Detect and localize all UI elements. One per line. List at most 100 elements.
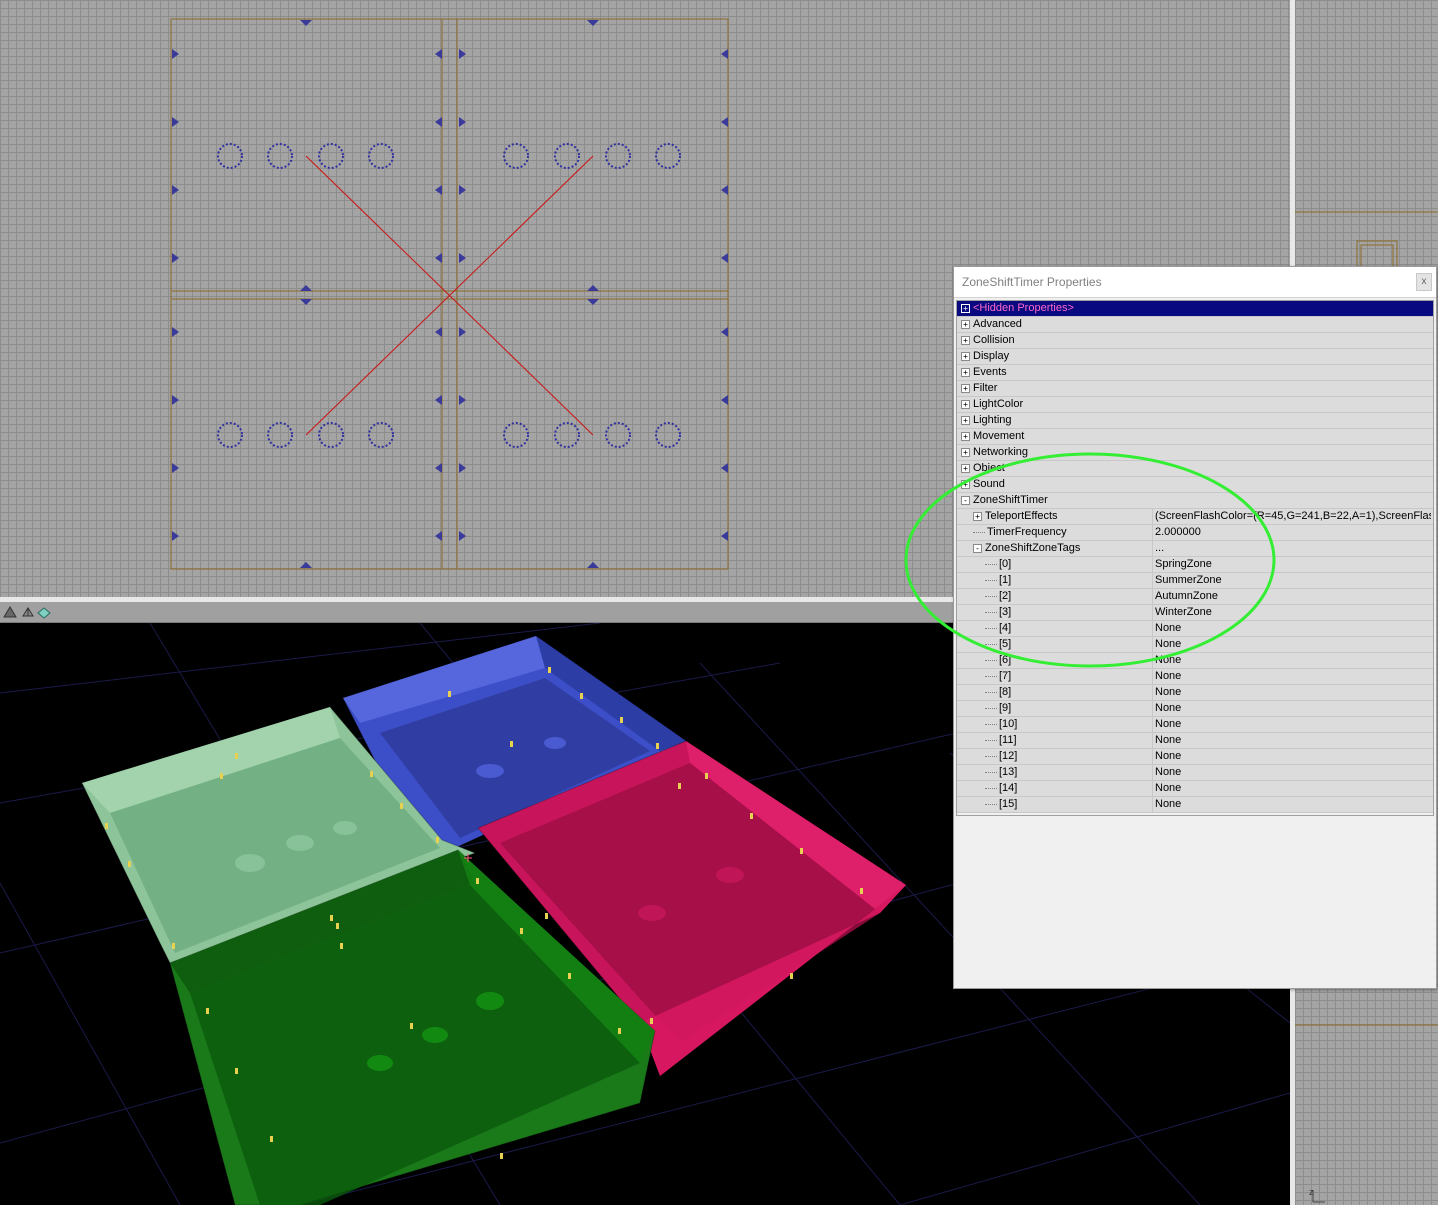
property-value[interactable]: AutumnZone [1155,589,1431,604]
property-row[interactable]: - ZoneShiftTimer [957,493,1433,509]
property-row[interactable]: [10] None [957,717,1433,733]
property-name: <Hidden Properties> [973,302,1074,314]
property-value[interactable]: None [1155,685,1431,700]
property-value[interactable]: None [1155,797,1431,812]
collapse-icon[interactable]: - [961,496,970,505]
property-row[interactable]: + Movement [957,429,1433,445]
column-divider[interactable] [1152,701,1153,716]
expand-icon[interactable]: + [961,336,970,345]
property-value[interactable]: ... [1155,541,1431,556]
property-value[interactable]: None [1155,701,1431,716]
property-value[interactable]: None [1155,637,1431,652]
property-value[interactable]: SpringZone [1155,557,1431,572]
property-value[interactable]: None [1155,765,1431,780]
property-value[interactable]: None [1155,669,1431,684]
property-row[interactable]: + Events [957,365,1433,381]
property-row[interactable]: + Networking [957,445,1433,461]
property-row[interactable]: [2] AutumnZone [957,589,1433,605]
property-row[interactable]: + Advanced [957,317,1433,333]
tree-connector [985,708,997,709]
perspective-view-icon[interactable] [2,604,18,620]
column-divider[interactable] [1152,525,1153,540]
property-value[interactable]: (ScreenFlashColor=(R=45,G=241,B=22,A=1),… [1155,509,1431,524]
property-row[interactable]: [13] None [957,765,1433,781]
property-name: [15] [999,798,1018,810]
property-row[interactable]: + <Hidden Properties> [957,301,1433,317]
tree-connector [985,580,997,581]
expand-icon[interactable]: + [973,512,982,521]
textured-mode-icon[interactable] [36,604,52,620]
collapse-icon[interactable]: - [973,544,982,553]
property-row[interactable]: [9] None [957,701,1433,717]
teleport-lines [305,155,594,436]
column-divider[interactable] [1152,557,1153,572]
property-row[interactable]: [11] None [957,733,1433,749]
property-value[interactable]: None [1155,717,1431,732]
property-row[interactable]: [15] None [957,797,1433,813]
column-divider[interactable] [1152,685,1153,700]
properties-titlebar[interactable]: ZoneShiftTimer Properties x [954,267,1436,298]
expand-icon[interactable]: + [961,400,970,409]
property-tree[interactable]: + <Hidden Properties> + Advanced + Collision +… [956,300,1434,816]
property-row[interactable]: [0] SpringZone [957,557,1433,573]
property-value[interactable]: None [1155,733,1431,748]
light-marker [410,1023,413,1029]
column-divider[interactable] [1152,573,1153,588]
column-divider[interactable] [1152,781,1153,796]
property-row[interactable]: + Object [957,461,1433,477]
properties-window[interactable]: ZoneShiftTimer Properties x + <Hidden Pro… [953,266,1437,989]
property-value[interactable]: None [1155,653,1431,668]
property-value[interactable]: SummerZone [1155,573,1431,588]
pickup-marker [267,143,293,169]
expand-icon[interactable]: + [961,480,970,489]
column-divider[interactable] [1152,621,1153,636]
column-divider[interactable] [1152,589,1153,604]
wireframe-mode-icon[interactable] [20,604,36,620]
property-row[interactable]: - ZoneShiftZoneTags... [957,541,1433,557]
property-row[interactable]: + Collision [957,333,1433,349]
expand-icon[interactable]: + [961,368,970,377]
property-row[interactable]: + Filter [957,381,1433,397]
property-row[interactable]: + Sound [957,477,1433,493]
expand-icon[interactable]: + [961,352,970,361]
column-divider[interactable] [1152,509,1153,524]
property-row[interactable]: + Lighting [957,413,1433,429]
column-divider[interactable] [1152,653,1153,668]
property-row[interactable]: [12] None [957,749,1433,765]
property-row[interactable]: TimerFrequency 2.000000 [957,525,1433,541]
property-row[interactable]: [5] None [957,637,1433,653]
property-row[interactable]: [6] None [957,653,1433,669]
property-row[interactable]: [14] None [957,781,1433,797]
expand-icon[interactable]: + [961,416,970,425]
expand-icon[interactable]: + [961,320,970,329]
property-value[interactable]: None [1155,781,1431,796]
column-divider[interactable] [1152,669,1153,684]
property-value[interactable]: WinterZone [1155,605,1431,620]
property-row[interactable]: + TeleportEffects (ScreenFlashColor=(R=45,… [957,509,1433,525]
close-button[interactable]: x [1416,273,1432,291]
column-divider[interactable] [1152,797,1153,812]
property-row[interactable]: [4] None [957,621,1433,637]
column-divider[interactable] [1152,605,1153,620]
property-row[interactable]: + LightColor [957,397,1433,413]
expand-icon[interactable]: + [961,432,970,441]
property-value[interactable]: 2.000000 [1155,525,1431,540]
expand-icon[interactable]: + [961,304,970,313]
property-row[interactable]: [3] WinterZone [957,605,1433,621]
property-row[interactable]: [1] SummerZone [957,573,1433,589]
property-name: TeleportEffects [985,510,1058,522]
expand-icon[interactable]: + [961,448,970,457]
column-divider[interactable] [1152,637,1153,652]
column-divider[interactable] [1152,733,1153,748]
expand-icon[interactable]: + [961,464,970,473]
property-row[interactable]: + Display [957,349,1433,365]
property-value[interactable]: None [1155,749,1431,764]
property-row[interactable]: [7] None [957,669,1433,685]
column-divider[interactable] [1152,749,1153,764]
column-divider[interactable] [1152,717,1153,732]
property-row[interactable]: [8] None [957,685,1433,701]
property-value[interactable]: None [1155,621,1431,636]
column-divider[interactable] [1152,765,1153,780]
expand-icon[interactable]: + [961,384,970,393]
column-divider[interactable] [1152,541,1153,556]
